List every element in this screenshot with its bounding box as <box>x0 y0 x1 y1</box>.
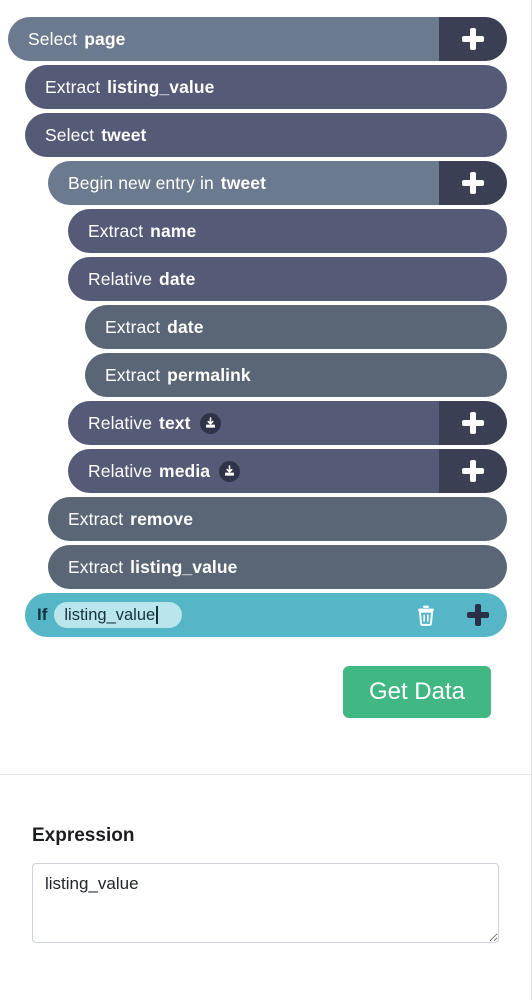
step-verb: Begin new entry in <box>68 172 214 193</box>
step-label: Select page <box>8 29 126 50</box>
program-step[interactable]: Begin new entry in tweet <box>48 161 507 205</box>
step-argument: remove <box>130 508 194 529</box>
program-step[interactable]: Select tweet <box>25 113 507 157</box>
program-step[interactable]: Extract date <box>85 305 507 349</box>
text-caret <box>156 606 158 624</box>
add-step-button[interactable] <box>439 17 507 61</box>
plus-icon <box>462 172 484 194</box>
sidebar-panel: Select page Extract listing_value Select twee… <box>0 0 532 1000</box>
get-data-row: Get Data <box>0 641 531 718</box>
step-label: Extract remove <box>48 509 193 530</box>
add-step-button[interactable] <box>439 161 507 205</box>
add-step-button[interactable] <box>439 401 507 445</box>
step-verb: Relative <box>88 268 153 289</box>
step-label: Begin new entry in tweet <box>48 173 266 194</box>
step-verb: Extract <box>68 508 124 529</box>
program-step[interactable]: Select page <box>8 17 507 61</box>
trash-icon <box>418 605 434 626</box>
step-verb: Relative <box>88 460 153 481</box>
expression-title: Expression <box>32 825 135 846</box>
program-step[interactable]: Extract listing_value <box>48 545 507 589</box>
program-step[interactable]: Relative media <box>68 449 507 493</box>
step-argument: page <box>84 28 126 49</box>
step-verb: Select <box>28 28 78 49</box>
add-step-button[interactable] <box>439 449 507 493</box>
plus-icon <box>462 28 484 50</box>
program-step[interactable]: Extract name <box>68 209 507 253</box>
step-argument: permalink <box>167 364 251 385</box>
program-step[interactable]: Relative date <box>68 257 507 301</box>
step-verb: Extract <box>45 76 101 97</box>
if-condition-step[interactable]: If listing_value <box>25 593 507 637</box>
step-argument: name <box>150 220 197 241</box>
step-verb: Extract <box>105 316 161 337</box>
step-verb: Extract <box>88 220 144 241</box>
program-step[interactable]: Extract remove <box>48 497 507 541</box>
step-argument: tweet <box>220 172 267 193</box>
expression-textarea[interactable] <box>32 863 499 943</box>
program-step-list: Select page Extract listing_value Select twee… <box>0 0 531 637</box>
step-label: Select tweet <box>25 125 146 146</box>
step-label: Extract name <box>68 221 196 242</box>
download-icon[interactable] <box>219 460 241 482</box>
step-verb: Select <box>45 124 95 145</box>
step-argument: date <box>159 268 196 289</box>
delete-step-button[interactable] <box>415 603 437 627</box>
step-label: Extract listing_value <box>48 557 237 578</box>
expression-panel: Expression <box>0 775 531 948</box>
download-icon[interactable] <box>199 412 221 434</box>
step-label: Extract permalink <box>85 365 251 386</box>
step-label: Extract listing_value <box>25 77 214 98</box>
plus-icon <box>462 460 484 482</box>
step-verb: Extract <box>105 364 161 385</box>
add-condition-button[interactable] <box>467 604 489 626</box>
if-row-actions <box>415 593 489 637</box>
plus-icon <box>462 412 484 434</box>
step-label: Relative text <box>68 412 221 434</box>
step-argument: media <box>159 460 211 481</box>
step-argument: date <box>167 316 204 337</box>
program-step[interactable]: Extract listing_value <box>25 65 507 109</box>
step-label: Relative media <box>68 460 241 482</box>
if-condition-value: listing_value <box>64 605 156 624</box>
step-verb: Relative <box>88 412 153 433</box>
if-condition-input[interactable]: listing_value <box>54 602 183 628</box>
step-argument: listing_value <box>107 76 215 97</box>
step-argument: text <box>159 412 191 433</box>
step-verb: Extract <box>68 556 124 577</box>
step-label: Relative date <box>68 269 195 290</box>
get-data-button[interactable]: Get Data <box>342 666 491 718</box>
if-keyword: If <box>37 605 48 624</box>
step-argument: listing_value <box>130 556 238 577</box>
program-step[interactable]: Extract permalink <box>85 353 507 397</box>
step-argument: tweet <box>101 124 147 145</box>
step-label: Extract date <box>85 317 204 338</box>
program-step[interactable]: Relative text <box>68 401 507 445</box>
